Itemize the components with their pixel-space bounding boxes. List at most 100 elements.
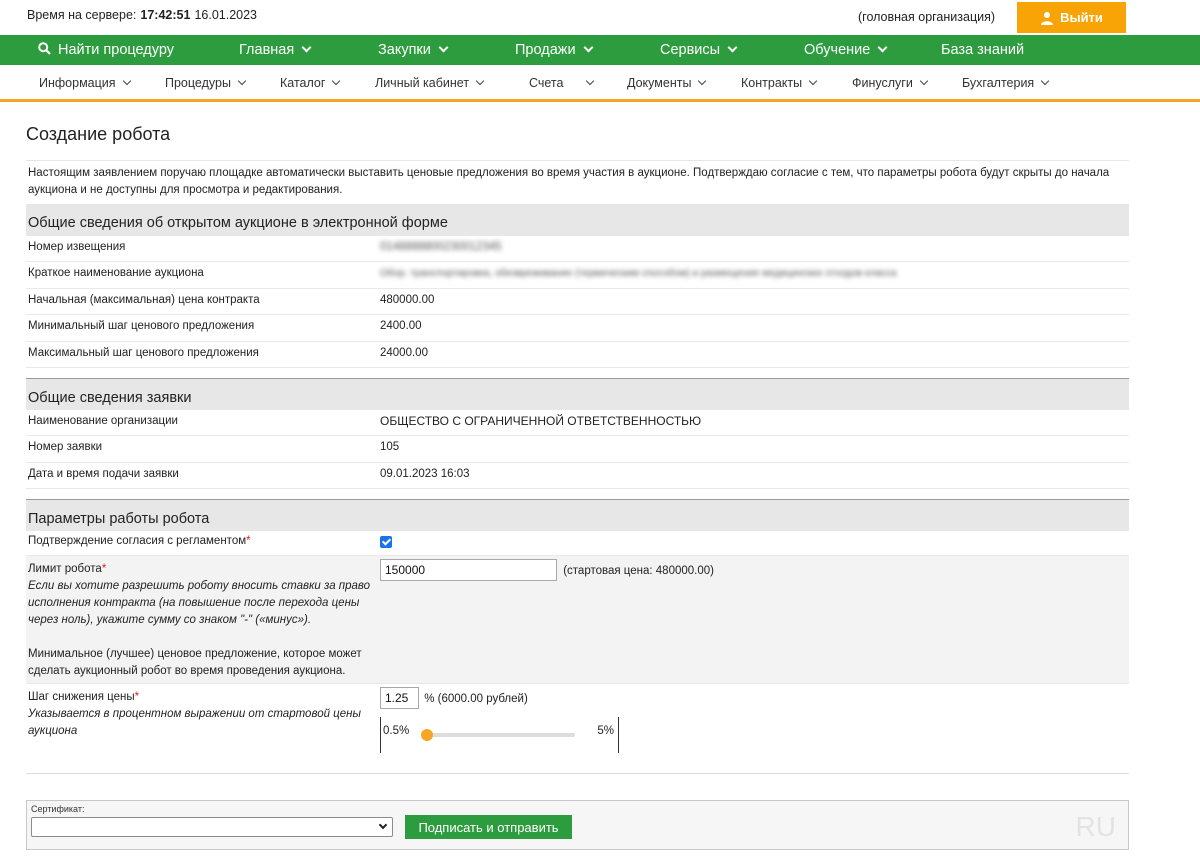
subnav-label: Контракты	[741, 76, 803, 90]
chevron-down-icon	[1040, 76, 1050, 86]
chevron-down-icon	[586, 76, 595, 86]
subnav-protsedury[interactable]: Процедуры	[165, 65, 247, 102]
nav-baza-znaniy[interactable]: База знаний	[941, 35, 1024, 65]
subnav-label: Личный кабинет	[375, 76, 470, 90]
robot-section-heading: Параметры работы робота	[26, 499, 1129, 532]
consent-label-text: Подтверждение согласия с регламентом	[28, 535, 247, 548]
chevron-down-icon	[122, 76, 131, 86]
subnav-scheta[interactable]: Счета	[529, 65, 595, 102]
notice-number-row: Номер извещения 0148888800230012345	[26, 236, 1129, 263]
subnav-bukhgalteriya[interactable]: Бухгалтерия	[962, 65, 1050, 102]
step-slider: 0.5% 5%	[380, 717, 619, 754]
min-step-value: 2400.00	[380, 320, 422, 333]
step-label-block: Шаг снижения цены* Указывается в процент…	[26, 684, 380, 773]
sign-panel: Сертификат: Подписать и отправить RU	[26, 800, 1129, 850]
subnav-label: Финуслуги	[852, 76, 913, 90]
server-time-value: 17:42:51	[140, 8, 191, 22]
limit-row: Лимит робота* Если вы хотите разрешить р…	[26, 556, 1129, 685]
consent-value	[380, 531, 1129, 555]
org-name-label: Наименование организации	[28, 414, 178, 427]
limit-hint: Если вы хотите разрешить роботу вносить …	[28, 580, 371, 627]
auction-section-heading: Общие сведения об открытом аукционе в эл…	[26, 204, 1129, 236]
step-note: % (6000.00 рублей)	[424, 693, 528, 706]
chevron-down-icon	[332, 76, 341, 86]
chevron-down-icon	[475, 76, 485, 86]
subnav-label: Процедуры	[165, 76, 231, 90]
subnav-lichnyy-kabinet[interactable]: Личный кабинет	[375, 65, 485, 102]
limit-label-block: Лимит робота* Если вы хотите разрешить р…	[26, 556, 380, 683]
slider-track[interactable]	[421, 729, 575, 742]
chevron-down-icon	[698, 76, 707, 86]
subnav-dokumenty[interactable]: Документы	[627, 65, 707, 102]
slider-min-label: 0.5%	[383, 725, 410, 738]
application-date-row: Дата и время подачи заявки 09.01.2023 16…	[26, 463, 1129, 490]
chevron-down-icon	[919, 76, 929, 86]
application-date-value: 09.01.2023 16:03	[380, 467, 470, 480]
slider-max-label: 5%	[597, 725, 614, 738]
top-bar: Время на сервере: 17:42:51 16.01.2023 (гол…	[0, 0, 1200, 35]
logout-label: Выйти	[1060, 10, 1103, 25]
chevron-down-icon	[727, 42, 738, 53]
chevron-down-icon	[237, 76, 247, 86]
slider-thumb[interactable]	[421, 729, 433, 742]
page-title: Создание робота	[26, 124, 171, 144]
notice-number-label: Номер извещения	[28, 241, 126, 253]
sign-and-submit-label: Подписать и отправить	[418, 819, 559, 835]
nav-label: Обучение	[804, 42, 871, 58]
consent-label: Подтверждение согласия с регламентом*	[26, 531, 380, 555]
max-step-label: Максимальный шаг ценового предложения	[28, 346, 259, 359]
watermark: RU	[1075, 811, 1116, 842]
intro-text: Настоящим заявлением поручаю площадке ав…	[26, 160, 1129, 204]
sub-nav: Информация Процедуры Каталог Личный каби…	[0, 65, 1200, 102]
subnav-label: Информация	[39, 76, 116, 90]
limit-note: Минимальное (лучшее) ценовое предложение…	[28, 648, 362, 678]
nav-label: Закупки	[378, 42, 431, 58]
certificate-select[interactable]	[31, 817, 393, 837]
step-hint: Указывается в процентном выражении от ст…	[28, 708, 361, 738]
subnav-kontrakty[interactable]: Контракты	[741, 65, 818, 102]
nav-label: База знаний	[941, 42, 1025, 58]
step-input[interactable]	[380, 687, 419, 710]
max-step-row: Максимальный шаг ценового предложения 24…	[26, 342, 1129, 368]
subnav-informatsiya[interactable]: Информация	[39, 65, 131, 102]
org-name-row: Наименование организации ОБЩЕСТВО С ОГРА…	[26, 410, 1129, 437]
nav-label: Сервисы	[660, 42, 721, 58]
limit-input[interactable]	[380, 559, 557, 582]
application-section-heading: Общие сведения заявки	[26, 377, 1129, 410]
main-nav: Найти процедуру Главная Закупки Продажи …	[0, 35, 1200, 65]
nav-obuchenie[interactable]: Обучение	[804, 35, 888, 65]
chevron-down-icon	[808, 76, 818, 86]
start-price-row: Начальная (максимальная) цена контракта …	[26, 289, 1129, 316]
nav-prodazhi[interactable]: Продажи	[515, 35, 594, 65]
auction-name-value: Обор. транспортировка, обезвреживание (т…	[380, 268, 897, 280]
subnav-label: Бухгалтерия	[962, 76, 1035, 90]
subnav-label: Каталог	[280, 76, 326, 90]
subnav-label: Счета	[529, 76, 564, 90]
limit-start-note: (стартовая цена: 480000.00)	[563, 565, 714, 578]
step-value-block: % (6000.00 рублей) 0.5% 5%	[380, 684, 1129, 773]
find-procedure-label: Найти процедуру	[58, 42, 174, 58]
chevron-down-icon	[378, 820, 388, 830]
step-label-text: Шаг снижения цены	[28, 691, 135, 704]
nav-zakupki[interactable]: Закупки	[378, 35, 449, 65]
start-price-value: 480000.00	[380, 293, 435, 306]
logout-button[interactable]: Выйти	[1017, 2, 1126, 33]
consent-checkbox[interactable]	[380, 536, 392, 549]
find-procedure-link[interactable]: Найти процедуру	[38, 35, 174, 65]
required-mark: *	[134, 691, 140, 704]
application-number-row: Номер заявки 105	[26, 436, 1129, 463]
subnav-katalog[interactable]: Каталог	[280, 65, 341, 102]
required-mark: *	[246, 535, 251, 548]
nav-servisy[interactable]: Сервисы	[660, 35, 738, 65]
server-date-value: 16.01.2023	[194, 8, 257, 22]
chevron-down-icon	[301, 42, 312, 53]
sign-and-submit-button[interactable]: Подписать и отправить	[405, 815, 572, 839]
chevron-down-icon	[438, 42, 449, 53]
min-step-row: Минимальный шаг ценового предложения 240…	[26, 315, 1129, 342]
start-price-label: Начальная (максимальная) цена контракта	[28, 293, 260, 306]
subnav-finuslugi[interactable]: Финуслуги	[852, 65, 929, 102]
user-icon	[1041, 11, 1054, 25]
application-number-value: 105	[380, 441, 400, 454]
chevron-down-icon	[583, 42, 594, 53]
nav-glavnaya[interactable]: Главная	[239, 35, 312, 65]
